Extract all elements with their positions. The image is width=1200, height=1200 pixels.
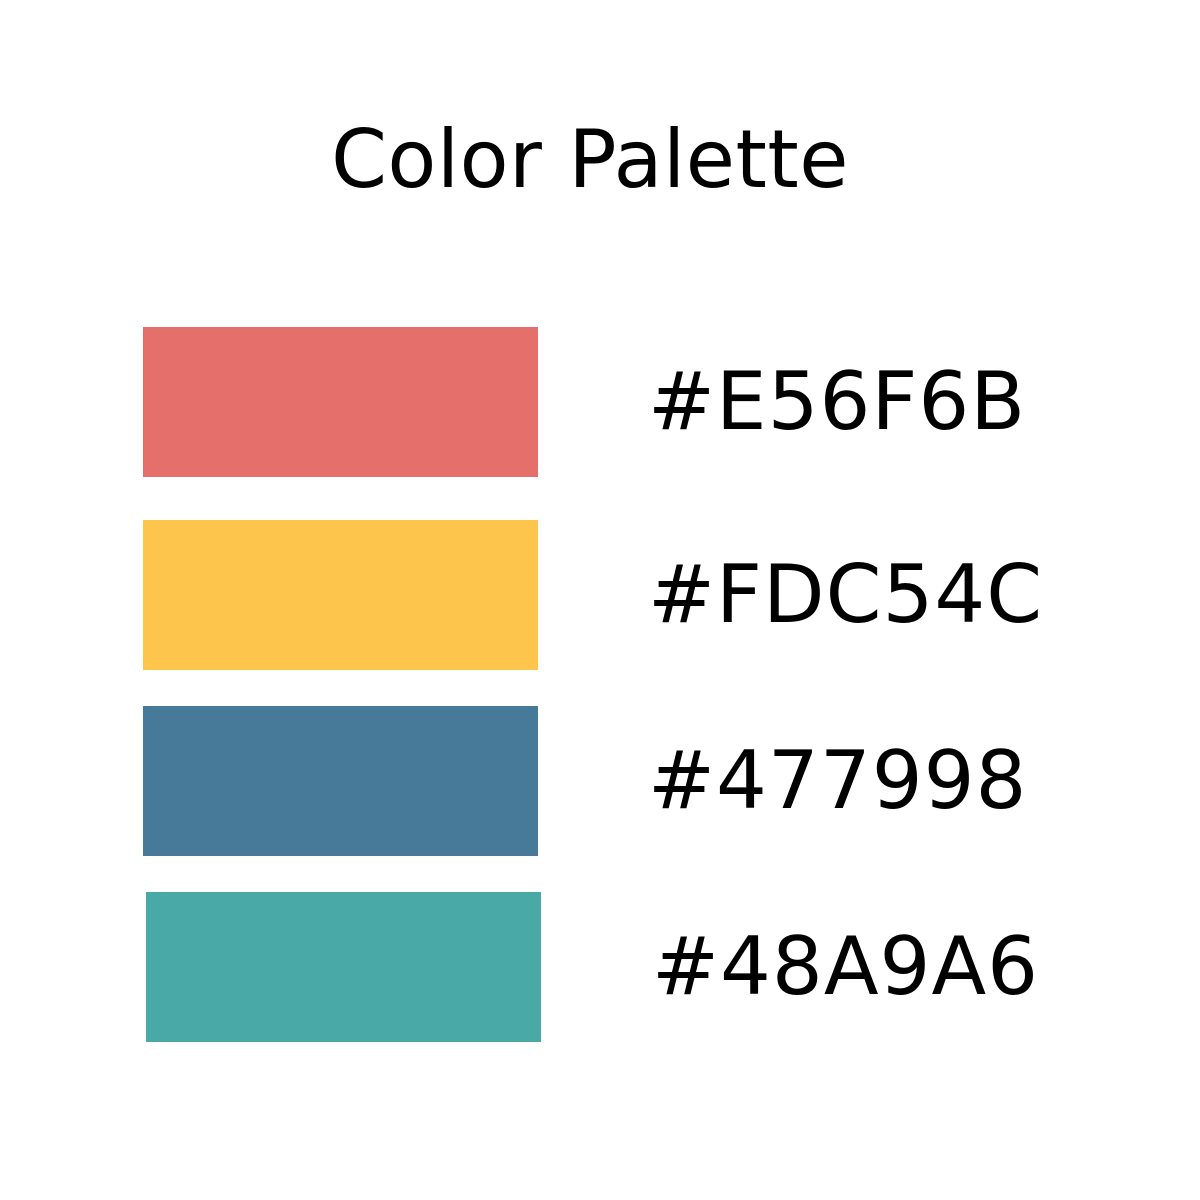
color-swatch <box>143 706 538 856</box>
hex-code-label: #FDC54C <box>648 548 1044 641</box>
color-swatch <box>143 520 538 670</box>
hex-code-label: #477998 <box>648 734 1028 827</box>
hex-code-label: #48A9A6 <box>652 920 1040 1013</box>
hex-code-label: #E56F6B <box>648 355 1027 448</box>
swatch-list: #E56F6B #FDC54C #477998 #48A9A6 <box>0 0 1200 1200</box>
color-palette-page: Color Palette #E56F6B #FDC54C #477998 #4… <box>0 0 1200 1200</box>
color-swatch <box>143 327 538 477</box>
swatch-row: #48A9A6 <box>0 892 1200 1042</box>
swatch-row: #477998 <box>0 706 1200 856</box>
color-swatch <box>146 892 541 1042</box>
swatch-row: #E56F6B <box>0 327 1200 477</box>
swatch-row: #FDC54C <box>0 520 1200 670</box>
